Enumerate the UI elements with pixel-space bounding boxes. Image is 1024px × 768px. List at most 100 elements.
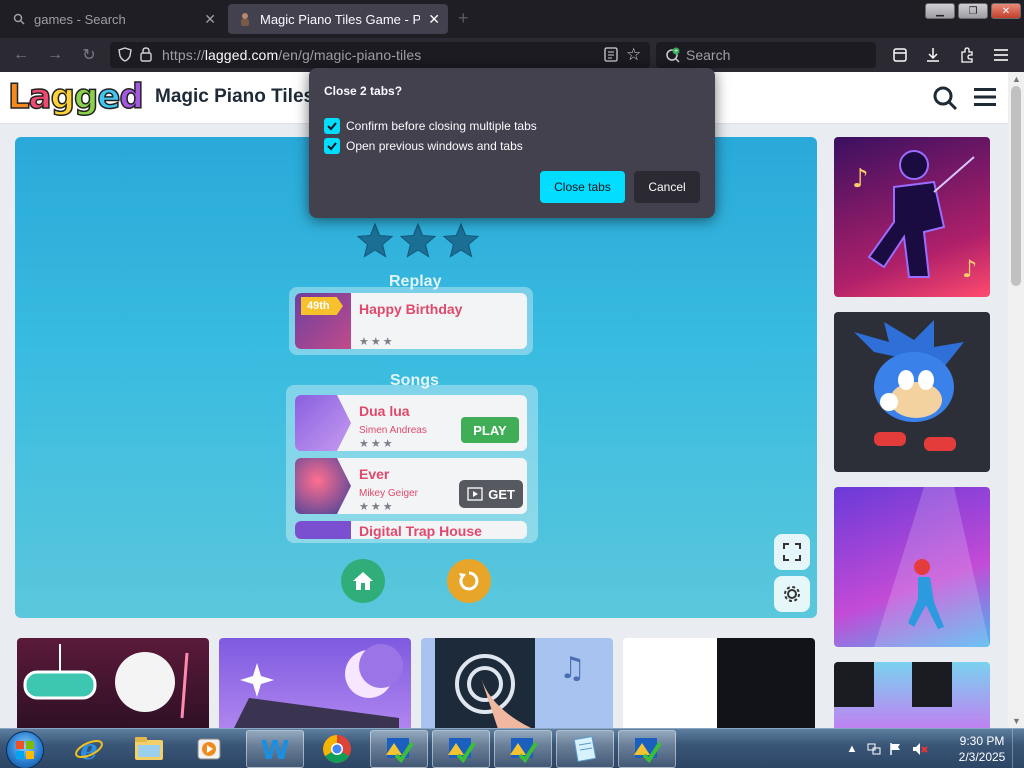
lock-icon[interactable] [140, 47, 152, 62]
dark-tile-icon [717, 638, 815, 728]
songs-title: Songs [390, 372, 439, 389]
scroll-down-arrow-icon[interactable]: ▼ [1012, 716, 1021, 726]
result-star-icon [442, 222, 480, 258]
game-thumbnail-runner[interactable] [834, 487, 990, 647]
lagged-logo[interactable]: Lagged [7, 77, 144, 117]
maximize-window-button[interactable]: ❐ [958, 3, 988, 19]
tab-title: games - Search [34, 11, 126, 27]
fullscreen-button[interactable] [774, 534, 810, 570]
show-desktop-button[interactable] [1012, 729, 1024, 768]
reload-icon[interactable]: ↻ [78, 44, 100, 66]
piano-keys-icon [834, 662, 952, 707]
svg-text:W: W [261, 736, 290, 762]
cancel-button[interactable]: Cancel [634, 171, 700, 203]
replay-song-card[interactable]: 49th Happy Birthday ★★★ [295, 293, 527, 349]
installer-taskbar-icon[interactable] [494, 730, 552, 768]
bookmark-star-icon[interactable]: ☆ [626, 45, 641, 65]
minimize-window-button[interactable]: ▁ [925, 3, 955, 19]
open-previous-checkbox-row[interactable]: Open previous windows and tabs [324, 137, 523, 155]
search-icon [12, 12, 26, 26]
forward-arrow-icon[interactable]: → [44, 44, 66, 66]
scroll-thumb[interactable] [1011, 86, 1021, 286]
show-hidden-icons-icon[interactable]: ▲ [844, 741, 860, 757]
browser-tab-bar: games - Search ✕ Magic Piano Tiles Game … [0, 0, 1024, 38]
game-thumbnail-ninja[interactable]: ♪ ♪ [834, 137, 990, 297]
fullscreen-icon [783, 543, 801, 561]
result-star-icon [356, 222, 394, 258]
sonic-character-icon [854, 320, 964, 451]
game-thumbnail-dark-tiles[interactable] [623, 638, 815, 728]
search-bar[interactable]: + Search [656, 42, 876, 68]
download-icon[interactable] [922, 44, 944, 66]
logo-letter: g [73, 77, 99, 117]
song-name: Ever [359, 466, 390, 482]
get-label: GET [488, 486, 515, 502]
restart-icon [459, 571, 479, 591]
shield-icon[interactable] [118, 47, 132, 62]
search-icon[interactable] [932, 85, 958, 111]
get-button[interactable]: GET [459, 480, 523, 508]
close-tab-icon[interactable]: ✕ [428, 11, 440, 28]
close-window-button[interactable]: ✕ [991, 3, 1021, 19]
network-icon[interactable] [866, 741, 882, 757]
menu-hamburger-icon[interactable] [990, 44, 1012, 66]
chrome-taskbar-icon[interactable] [308, 730, 366, 768]
game-thumbnail-night-piano[interactable] [219, 638, 411, 728]
game-thumbnail-tap[interactable]: ♫ [421, 638, 613, 728]
app-w-taskbar-icon[interactable]: W [246, 730, 304, 768]
installer-taskbar-icon[interactable] [618, 730, 676, 768]
logo-letter: a [28, 77, 52, 117]
tab-title: Magic Piano Tiles Game - Play [260, 11, 420, 27]
close-tabs-button[interactable]: Close tabs [540, 171, 625, 203]
new-tab-icon[interactable]: + [458, 8, 469, 29]
clock-date[interactable]: 2/3/2025 [952, 750, 1012, 764]
logo-letter: e [97, 77, 122, 117]
scroll-up-arrow-icon[interactable]: ▲ [1012, 74, 1021, 84]
checkbox-checked-icon[interactable] [324, 138, 340, 154]
pocket-icon[interactable] [889, 44, 911, 66]
installer-taskbar-icon[interactable] [432, 730, 490, 768]
search-engine-icon: + [666, 47, 680, 63]
home-button[interactable] [341, 559, 385, 603]
internet-explorer-taskbar-icon[interactable]: e [60, 730, 118, 768]
extensions-icon[interactable] [956, 44, 978, 66]
song-card[interactable]: Dua lua Simen Andreas ★★★ PLAY [295, 395, 527, 451]
game-thumbnail-sonic[interactable] [834, 312, 990, 472]
game-thumbnail-piano[interactable] [834, 662, 990, 728]
song-name: Dua lua [359, 403, 410, 419]
page-scrollbar[interactable]: ▲ ▼ [1008, 72, 1024, 728]
file-explorer-taskbar-icon[interactable] [120, 730, 178, 768]
song-card[interactable]: Digital Trap House [295, 521, 527, 539]
settings-button[interactable] [774, 576, 810, 612]
menu-icon[interactable] [974, 87, 996, 107]
clock-time[interactable]: 9:30 PM [952, 734, 1012, 748]
url-bar[interactable]: https://lagged.com/en/g/magic-piano-tile… [110, 42, 650, 68]
action-center-flag-icon[interactable] [888, 741, 904, 757]
checkbox-label: Confirm before closing multiple tabs [346, 119, 537, 133]
svg-text:♪: ♪ [962, 255, 977, 283]
start-button[interactable] [6, 731, 44, 768]
volume-muted-icon[interactable] [912, 741, 928, 757]
reader-view-icon[interactable] [604, 47, 618, 62]
game-thumbnail-ball[interactable] [17, 638, 209, 728]
game-favicon-icon [238, 12, 252, 26]
installer-taskbar-icon[interactable] [370, 730, 428, 768]
svg-text:e: e [80, 734, 98, 764]
confirm-close-checkbox-row[interactable]: Confirm before closing multiple tabs [324, 117, 537, 135]
search-placeholder: Search [686, 47, 731, 63]
checkbox-checked-icon[interactable] [324, 118, 340, 134]
tab-magic-piano-tiles[interactable]: Magic Piano Tiles Game - Play ✕ [228, 4, 448, 34]
runner-icon [874, 487, 990, 647]
restart-button[interactable] [447, 559, 491, 603]
tab-games-search[interactable]: games - Search ✕ [2, 4, 224, 34]
home-icon [353, 572, 373, 590]
media-player-taskbar-icon[interactable] [180, 730, 238, 768]
url-text[interactable]: https://lagged.com/en/g/magic-piano-tile… [162, 47, 421, 63]
song-card[interactable]: Ever Mikey Geiger ★★★ GET [295, 458, 527, 514]
back-arrow-icon[interactable]: ← [10, 44, 32, 66]
song-stars: ★★★ [359, 501, 395, 513]
play-button[interactable]: PLAY [461, 417, 519, 443]
notepad-taskbar-icon[interactable] [556, 730, 614, 768]
result-stars [356, 222, 480, 258]
close-tab-icon[interactable]: ✕ [204, 11, 216, 28]
